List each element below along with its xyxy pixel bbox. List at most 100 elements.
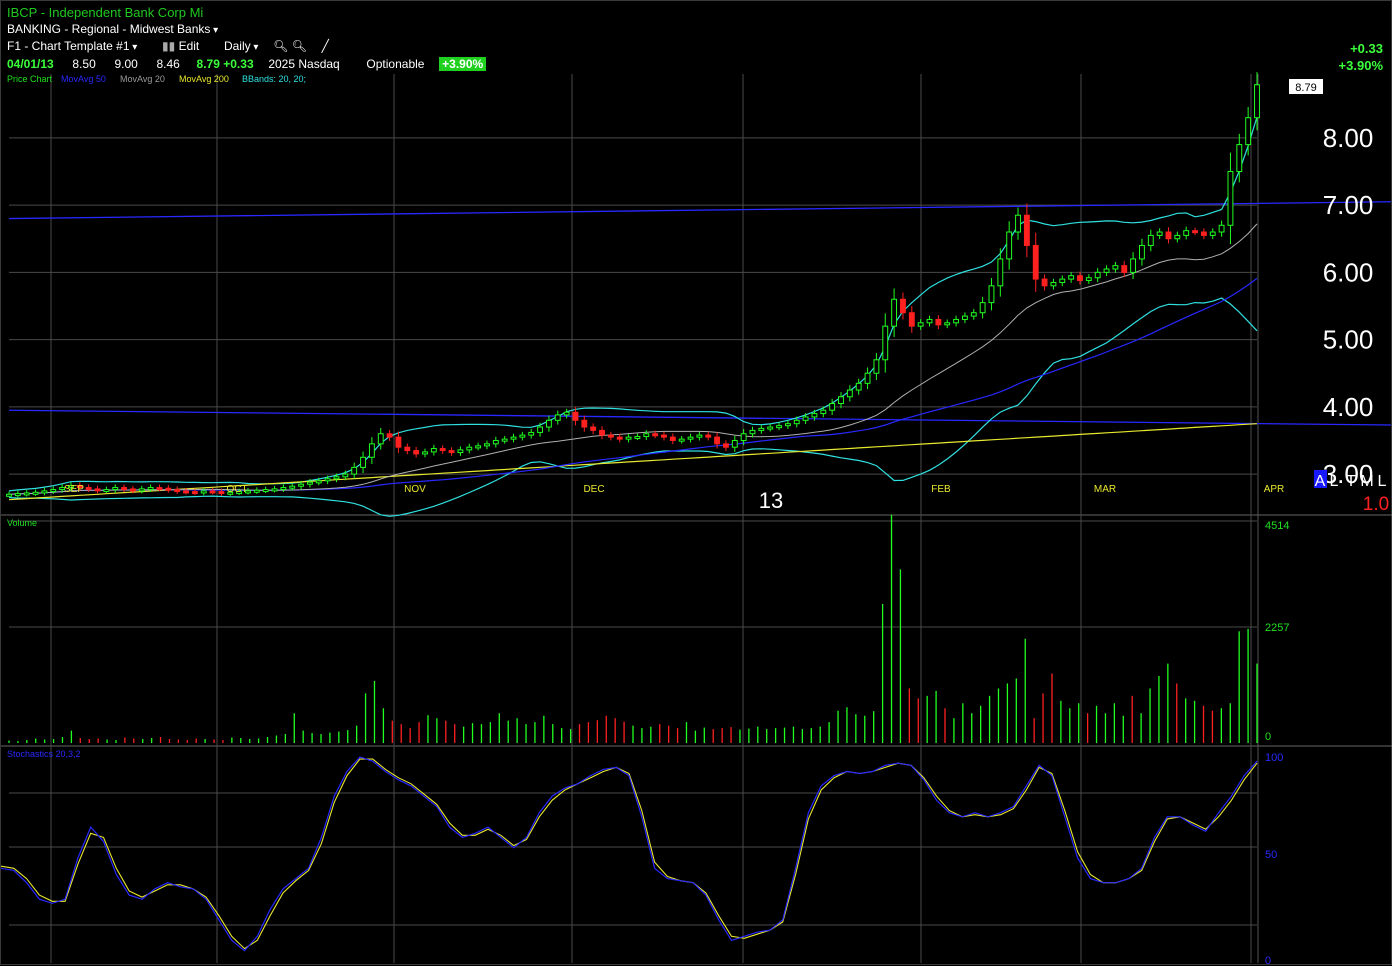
candle-body bbox=[1068, 275, 1075, 280]
candle-body bbox=[360, 456, 366, 468]
candle-body bbox=[1245, 117, 1252, 146]
candle-body bbox=[1227, 171, 1234, 226]
price-scale: 3.004.005.006.007.008.00 bbox=[1323, 123, 1374, 489]
candle-body bbox=[484, 443, 490, 447]
candle-body bbox=[32, 491, 39, 495]
legend-bbands: BBands: 20, 20; bbox=[242, 74, 306, 84]
candle-body bbox=[784, 423, 791, 427]
candle-body bbox=[1006, 231, 1013, 260]
candle-body bbox=[510, 436, 517, 440]
toggle-m[interactable]: M bbox=[1360, 473, 1373, 490]
candle-body bbox=[1130, 258, 1137, 273]
candle-body bbox=[129, 488, 136, 492]
ma200-line bbox=[8, 423, 1258, 501]
volume-scale-zero: 0 bbox=[1265, 731, 1271, 743]
toggle-l2[interactable]: L bbox=[1378, 473, 1387, 490]
last-price-tag: 8.79 bbox=[1289, 79, 1323, 94]
candle-body bbox=[802, 416, 809, 421]
candle-body bbox=[829, 402, 836, 411]
toggle-t[interactable]: T bbox=[1346, 473, 1356, 490]
price-tick-label: 8.00 bbox=[1323, 123, 1374, 153]
candle-body bbox=[112, 487, 119, 491]
candle-body bbox=[298, 483, 305, 487]
candle-body bbox=[882, 325, 889, 361]
candle-body bbox=[439, 448, 446, 452]
candle-body bbox=[607, 434, 614, 438]
candle-body bbox=[271, 488, 278, 492]
month-label: NOV bbox=[404, 484, 426, 495]
trendline bbox=[8, 201, 1392, 220]
stochastic-lines bbox=[1, 756, 1258, 952]
candle-body bbox=[147, 487, 154, 491]
altml-toggles[interactable]: A L T M L 1.0 bbox=[1314, 470, 1389, 515]
candle-body bbox=[1032, 244, 1039, 280]
candle-body bbox=[1103, 268, 1110, 273]
price-tick-label: 7.00 bbox=[1323, 190, 1374, 220]
candle-body bbox=[616, 436, 623, 440]
candle-body bbox=[988, 285, 995, 304]
candle-body bbox=[820, 409, 827, 415]
candle-body bbox=[1139, 244, 1145, 260]
candle-body bbox=[643, 433, 650, 437]
candle-body bbox=[103, 489, 110, 493]
candle-body bbox=[723, 443, 729, 448]
toggle-l[interactable]: L bbox=[1330, 473, 1339, 490]
stochastic-k-line bbox=[1, 756, 1258, 952]
candle-body bbox=[218, 491, 225, 495]
candle-body bbox=[156, 487, 163, 491]
candle-body bbox=[581, 419, 588, 428]
candle-body bbox=[838, 396, 844, 404]
candle-body bbox=[1015, 214, 1021, 233]
candle-body bbox=[501, 438, 508, 442]
candle-body bbox=[599, 429, 605, 436]
volume-panel: Volume 4514 2257 0 bbox=[7, 514, 1289, 743]
trendline bbox=[8, 409, 1392, 426]
candle-body bbox=[50, 489, 57, 493]
candle-body bbox=[519, 434, 526, 438]
candle-body bbox=[1050, 281, 1057, 287]
candle-body bbox=[705, 434, 712, 438]
candle-body bbox=[448, 450, 455, 454]
candle-body bbox=[661, 434, 667, 438]
candle-body bbox=[307, 481, 313, 485]
price-tick-label: 6.00 bbox=[1323, 257, 1374, 287]
candle-body bbox=[1112, 265, 1119, 270]
candle-body bbox=[545, 419, 552, 428]
candle-body bbox=[625, 436, 632, 440]
candle-body bbox=[1200, 231, 1207, 236]
candle-body bbox=[466, 446, 473, 451]
scale-factor: 1.0 bbox=[1363, 494, 1389, 515]
candle-body bbox=[457, 449, 464, 454]
chart-window: IBCP - Independent Bank Corp Mi BANKING … bbox=[0, 0, 1392, 966]
candle-body bbox=[85, 487, 92, 491]
candle-body bbox=[979, 302, 986, 314]
last-price-value: 8.79 bbox=[1295, 82, 1316, 94]
legend-ma20: MovAvg 20 bbox=[120, 74, 165, 84]
year-label: 13 bbox=[759, 488, 783, 513]
candle-body bbox=[696, 434, 703, 438]
candle-body bbox=[94, 488, 101, 492]
candle-body bbox=[395, 436, 402, 448]
candle-body bbox=[368, 443, 375, 458]
candle-body bbox=[1023, 214, 1030, 246]
stochastic-label: Stochastics 20,3,2 bbox=[7, 749, 81, 759]
stoch-scale-50: 50 bbox=[1265, 849, 1277, 861]
candle-body bbox=[1077, 275, 1083, 281]
candle-body bbox=[776, 425, 782, 429]
candle-body bbox=[953, 318, 959, 324]
chart-area[interactable]: Price Chart MovAvg 50 MovAvg 20 MovAvg 2… bbox=[1, 1, 1392, 966]
candle-body bbox=[731, 439, 738, 448]
candle-body bbox=[669, 436, 676, 441]
candle-body bbox=[1174, 234, 1181, 240]
candle-body bbox=[891, 298, 898, 327]
candle-body bbox=[191, 491, 198, 495]
candle-body bbox=[1085, 277, 1092, 281]
candle-body bbox=[961, 315, 968, 320]
candle-body bbox=[174, 489, 181, 493]
candle-body bbox=[14, 493, 21, 497]
month-label: DEC bbox=[583, 484, 604, 495]
candle-body bbox=[590, 426, 597, 431]
candle-body bbox=[917, 322, 924, 327]
candle-body bbox=[758, 427, 765, 431]
toggle-a[interactable]: A bbox=[1315, 473, 1326, 490]
